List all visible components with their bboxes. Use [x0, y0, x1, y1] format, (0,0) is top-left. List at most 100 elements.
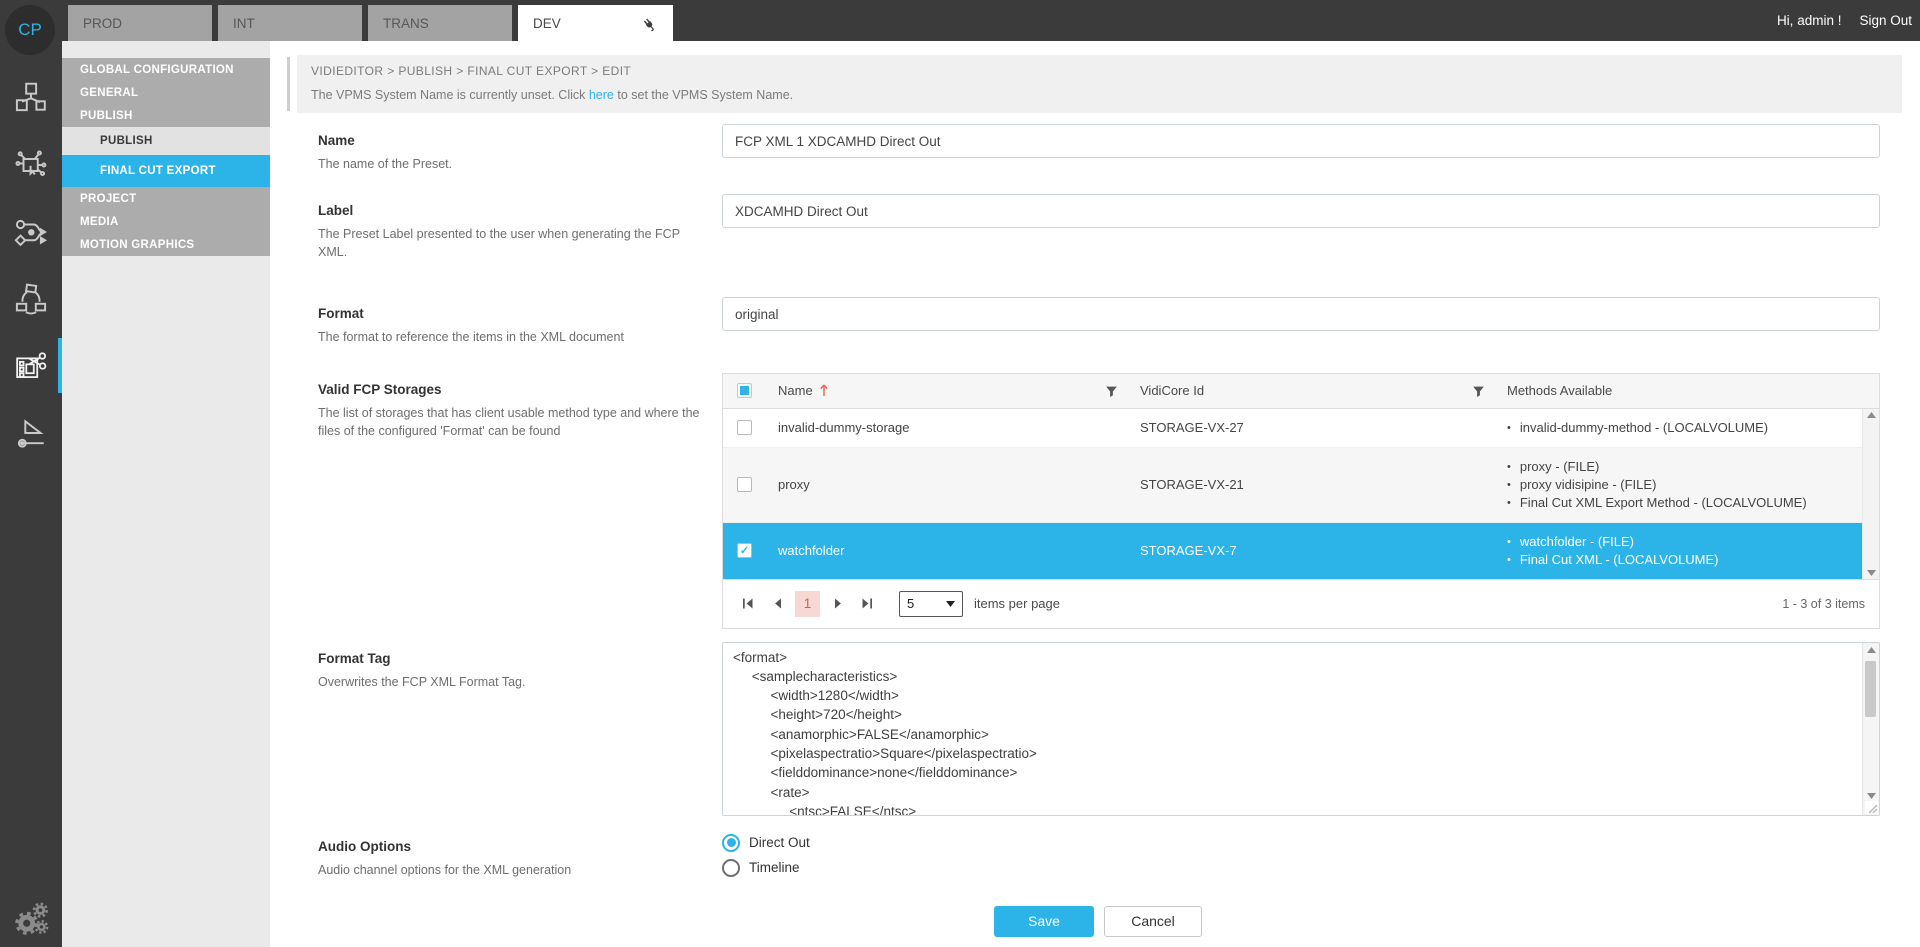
pager-summary: 1 - 3 of 3 items — [1782, 597, 1865, 611]
scroll-up-icon[interactable] — [1863, 647, 1879, 653]
format-tag-label: Format Tag — [318, 651, 722, 666]
settings-gears-icon[interactable] — [11, 897, 53, 939]
format-tag-row: Format Tag Overwrites the FCP XML Format… — [297, 642, 1902, 816]
scrollbar-thumb[interactable] — [1865, 661, 1876, 717]
plug-icon — [639, 14, 658, 33]
next-page-button[interactable] — [827, 593, 849, 615]
rail-icons — [0, 64, 62, 466]
filter-icon[interactable] — [1105, 385, 1118, 398]
collaboration-icon — [13, 281, 49, 317]
scroll-down-icon[interactable] — [1863, 793, 1879, 799]
nav-item-global-configuration[interactable]: GLOBAL CONFIGURATION — [62, 58, 270, 81]
sidebar-item-video-editor[interactable] — [0, 332, 62, 399]
modules-icon — [13, 80, 49, 116]
label-label: Label — [318, 203, 722, 218]
storage-vidicore-id: STORAGE-VX-27 — [1128, 420, 1495, 435]
tab-label: PROD — [83, 16, 122, 31]
scroll-down-icon[interactable] — [1867, 570, 1876, 576]
workflow-icon — [13, 214, 49, 250]
tab-prod[interactable]: PROD — [68, 5, 212, 41]
column-header-name[interactable]: Name — [766, 374, 1128, 408]
cp-logo-text: CP — [18, 20, 42, 40]
env-tabs: PROD INT TRANS DEV — [68, 5, 673, 41]
row-checkbox[interactable]: ✓ — [737, 543, 752, 558]
radio-option-direct-out[interactable]: Direct Out — [722, 834, 1880, 852]
save-button[interactable]: Save — [994, 906, 1094, 937]
storages-grid-body: invalid-dummy-storageSTORAGE-VX-27•inval… — [723, 409, 1879, 579]
tab-dev[interactable]: DEV — [518, 5, 673, 41]
name-label: Name — [318, 133, 722, 148]
tab-label: INT — [233, 16, 255, 31]
notice-text-pre: The VPMS System Name is currently unset.… — [311, 88, 589, 102]
nav-item-project[interactable]: PROJECT — [62, 187, 270, 210]
tab-trans[interactable]: TRANS — [368, 5, 512, 41]
tab-label: DEV — [533, 16, 561, 31]
content-scrollbar[interactable] — [287, 57, 290, 111]
storages-grid: Name VidiCore Id — [722, 373, 1880, 629]
notice-here-link[interactable]: here — [589, 88, 614, 102]
table-row[interactable]: proxySTORAGE-VX-21•proxy - (FILE)•proxy … — [723, 448, 1862, 523]
form-actions: Save Cancel — [297, 906, 1902, 937]
column-header-methods[interactable]: Methods Available — [1495, 374, 1879, 408]
nav-item-general[interactable]: GENERAL — [62, 81, 270, 104]
row-checkbox[interactable] — [737, 420, 752, 435]
sidebar-item-media-tools[interactable] — [0, 399, 62, 466]
first-page-button[interactable] — [737, 593, 759, 615]
audio-options-caption: Audio channel options for the XML genera… — [318, 861, 710, 879]
nav-item-publish[interactable]: PUBLISH — [62, 127, 270, 155]
format-row: Format The format to reference the items… — [297, 297, 1902, 346]
grid-scrollbar[interactable] — [1862, 409, 1879, 579]
main-content: VIDIEDITOR > PUBLISH > FINAL CUT EXPORT … — [297, 41, 1902, 937]
textarea-scrollbar[interactable] — [1862, 643, 1879, 815]
column-header-vidicore-id[interactable]: VidiCore Id — [1128, 374, 1495, 408]
sidebar-item-configure[interactable] — [0, 131, 62, 198]
select-all-checkbox[interactable] — [737, 383, 752, 398]
preset-form: Name The name of the Preset. Label The P… — [297, 124, 1902, 937]
storage-methods: •invalid-dummy-method - (LOCALVOLUME) — [1495, 409, 1862, 447]
current-page-button[interactable]: 1 — [795, 591, 820, 617]
chevron-down-icon — [946, 601, 955, 607]
name-input[interactable] — [722, 124, 1880, 158]
video-editor-icon — [13, 348, 49, 384]
format-tag-textarea[interactable]: <format> <samplecharacteristics> <width>… — [722, 642, 1880, 816]
row-checkbox[interactable] — [737, 477, 752, 492]
storages-label: Valid FCP Storages — [318, 382, 722, 397]
sidebar-item-workflow[interactable] — [0, 198, 62, 265]
table-row[interactable]: ✓watchfolderSTORAGE-VX-7•watchfolder - (… — [723, 523, 1862, 579]
format-input[interactable] — [722, 297, 1880, 331]
radio-unselected-icon[interactable] — [722, 859, 740, 877]
radio-label: Timeline — [749, 860, 800, 875]
notice-text-post: to set the VPMS System Name. — [614, 88, 793, 102]
audio-options: Direct Out Timeline — [722, 830, 1880, 884]
nav-item-motion-graphics[interactable]: MOTION GRAPHICS — [62, 233, 270, 256]
radio-selected-icon[interactable] — [722, 834, 740, 852]
filter-icon[interactable] — [1472, 385, 1485, 398]
format-label: Format — [318, 306, 722, 321]
tab-label: TRANS — [383, 16, 429, 31]
page-size-select[interactable]: 5 — [899, 591, 963, 617]
scroll-up-icon[interactable] — [1867, 412, 1876, 418]
cancel-button[interactable]: Cancel — [1104, 906, 1202, 937]
tab-int[interactable]: INT — [218, 5, 362, 41]
name-row: Name The name of the Preset. — [297, 124, 1902, 173]
resize-grip[interactable] — [1865, 801, 1878, 814]
last-page-button[interactable] — [856, 593, 878, 615]
storages-table-rows: invalid-dummy-storageSTORAGE-VX-27•inval… — [723, 409, 1862, 579]
cp-logo[interactable]: CP — [5, 5, 55, 55]
sidebar-item-collaboration[interactable] — [0, 265, 62, 332]
storage-methods: •proxy - (FILE)•proxy vidisipine - (FILE… — [1495, 448, 1862, 522]
label-input[interactable] — [722, 194, 1880, 228]
storages-caption: The list of storages that has client usa… — [318, 404, 710, 440]
format-tag-content: <format> <samplecharacteristics> <width>… — [723, 643, 1879, 816]
sort-asc-icon — [819, 384, 829, 397]
nav-item-final-cut-export[interactable]: FINAL CUT EXPORT — [62, 155, 270, 187]
media-tools-icon — [13, 415, 49, 451]
prev-page-button[interactable] — [766, 593, 788, 615]
nav-item-media[interactable]: MEDIA — [62, 210, 270, 233]
table-row[interactable]: invalid-dummy-storageSTORAGE-VX-27•inval… — [723, 409, 1862, 448]
sign-out-link[interactable]: Sign Out — [1859, 13, 1912, 28]
storage-vidicore-id: STORAGE-VX-21 — [1128, 477, 1495, 492]
sidebar-item-modules[interactable] — [0, 64, 62, 131]
nav-item-publish[interactable]: PUBLISH — [62, 104, 270, 127]
radio-option-timeline[interactable]: Timeline — [722, 859, 1880, 877]
